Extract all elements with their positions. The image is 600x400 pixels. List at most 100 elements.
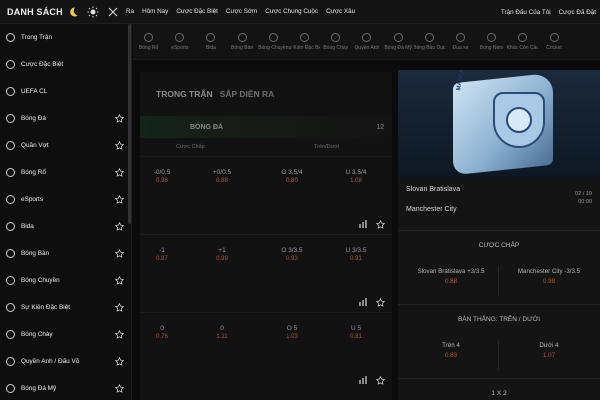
favorite-star-icon[interactable] [375,294,386,307]
odds-cell[interactable]: 0 0.76 [142,325,182,340]
main-panel: TRONG TRẬN SẮP DIỄN RA BÓNG ĐÁ 12 Cược C… [140,72,392,400]
sport-tab[interactable]: Đua xe [445,24,476,59]
col-overunder: Trên/Dưới [314,144,340,150]
sport-label: Bóng Ném [479,44,504,51]
nav-item-today[interactable]: Hôm Nay [142,8,168,15]
favorite-star-icon[interactable] [114,383,125,393]
sidebar-item[interactable]: Bóng Đá Mỹ [0,375,131,400]
sport-label: Đua xe [452,44,469,51]
sport-label: Khúc Côn Cầu [507,44,539,51]
tab-upcoming[interactable]: SẮP DIỄN RA [220,89,275,99]
close-icon[interactable] [106,5,120,19]
sport-tab[interactable]: Quyền Anh [351,24,382,59]
sport-tab[interactable]: Bida [195,24,226,59]
sport-tab[interactable]: Bóng Ném [476,24,507,59]
sport-tab[interactable]: Bóng Chuyền [258,24,289,59]
stats-icon[interactable] [358,372,368,384]
sidebar-item-label: Quần Vợt [21,142,49,149]
main-nav: Ra Hôm Nay Cược Đặc Biệt Cược Sớm Cược C… [126,0,363,24]
sport-tab[interactable]: Sự Kiện Đặc Biệt [289,24,320,59]
favorite-star-icon[interactable] [114,329,125,339]
match-date: 02 / 10 [575,191,592,197]
odds-cell[interactable]: O 3.5/4 0.80 [272,169,312,184]
handicap-home[interactable]: Slovan Bratislava +3/3.5 0.88 [408,268,494,285]
favorite-star-icon[interactable] [375,372,386,385]
placed-bets-link[interactable]: Cược Đã Đặt [559,9,596,16]
tab-live[interactable]: TRONG TRẬN [156,89,213,99]
section-title: BÓNG ĐÁ [190,123,224,131]
nav-item-ra[interactable]: Ra [126,8,134,15]
sport-tab[interactable]: Bóng Đá Mỹ [383,24,414,59]
over-price: 0.83 [444,352,458,359]
nav-item-parlay[interactable]: Cược Xâu [326,8,355,15]
sidebar-item[interactable]: Trong Trận [0,24,131,51]
x12-title: 1 X 2 [398,378,600,400]
sidebar-item[interactable]: Bóng Chày [0,321,131,348]
stats-icon[interactable] [358,216,368,228]
favorite-star-icon[interactable] [114,167,125,177]
over-cell[interactable]: Trên 4 0.83 [408,342,494,359]
sun-icon[interactable] [86,5,100,19]
table-tennis-icon [6,249,15,258]
sport-tab[interactable]: Bóng Rổ [133,24,164,59]
sidebar-item[interactable]: Bóng Đá [0,105,131,132]
odds-cell[interactable]: -0/0.5 0.98 [142,169,182,184]
favorite-star-icon[interactable] [114,194,125,204]
my-matches-link[interactable]: Trận Đấu Của Tôi [501,9,551,16]
sport-tab[interactable]: eSports [164,24,195,59]
nav-item-early[interactable]: Cược Sớm [226,8,257,15]
sidebar-item[interactable]: Cược Đặc Biệt [0,51,131,78]
favorite-star-icon[interactable] [114,248,125,258]
odds-cell[interactable]: O 5 1.03 [272,325,312,340]
sport-tab[interactable]: Khúc Côn Cầu [507,24,538,59]
odds-line: -0/0.5 [153,169,171,176]
section-header[interactable]: BÓNG ĐÁ 12 [140,116,392,138]
sidebar-item[interactable]: Bóng Bàn [0,240,131,267]
odds-price: 0.81 [350,334,362,340]
under-cell[interactable]: Dưới 4 1.07 [504,342,594,359]
sidebar-item[interactable]: Bida [0,213,131,240]
odds-cell[interactable]: O 3/3.5 0.93 [272,247,312,262]
moon-icon[interactable] [66,5,80,19]
handicap-home-price: 0.88 [444,278,458,285]
sidebar-item[interactable]: Sự Kiện Đặc Biệt [0,294,131,321]
sport-tab[interactable]: Cricket [538,24,569,59]
col-handicap: Cược Chấp [176,144,205,150]
odds-cell[interactable]: +0/0.5 0.88 [202,169,242,184]
sport-icon [268,32,278,42]
favorite-star-icon[interactable] [114,275,125,285]
favorite-star-icon[interactable] [114,356,125,366]
odds-cell[interactable]: +1 0.99 [202,247,242,262]
favorite-star-icon[interactable] [375,216,386,229]
odds-line: 0 [220,325,224,332]
odds-cell[interactable]: U 3.5/4 1.08 [336,169,376,184]
favorite-star-icon[interactable] [114,221,125,231]
nav-item-special[interactable]: Cược Đặc Biệt [176,8,218,15]
sport-icon [518,32,528,42]
handicap-home-label: Slovan Bratislava +3/3.5 [417,268,485,275]
nav-item-outright[interactable]: Cược Chung Cuộc [265,8,318,15]
sport-tab[interactable]: Bóng Bầu Dục [414,24,445,59]
sport-icon [331,32,341,42]
sidebar-item[interactable]: Bóng Chuyền [0,267,131,294]
sidebar-item[interactable]: eSports [0,186,131,213]
match-time: 00:00 [578,199,592,205]
odds-price: 0.87 [156,256,168,262]
match-row: -1 0.87 +1 0.99 O 3/3.5 0.93 U 3/3.5 0.91 [140,234,392,312]
favorite-star-icon[interactable] [114,302,125,312]
sport-tab[interactable]: Bóng Bàn [227,24,258,59]
sidebar-item[interactable]: Quần Vợt [0,132,131,159]
odds-cell[interactable]: U 5 0.81 [336,325,376,340]
favorite-star-icon[interactable] [114,140,125,150]
sidebar-item[interactable]: UEFA CL [0,78,131,105]
favorite-star-icon[interactable] [114,113,125,123]
sidebar-item[interactable]: Quyền Anh / Đấu Võ [0,348,131,375]
odds-cell[interactable]: U 3/3.5 0.91 [336,247,376,262]
odds-cell[interactable]: -1 0.87 [142,247,182,262]
sport-tab[interactable]: Bóng Chày [320,24,351,59]
odds-cell[interactable]: 0 1.11 [202,325,242,340]
odds-line: +1 [218,247,226,254]
stats-icon[interactable] [358,294,368,306]
sidebar-item[interactable]: Bóng Rổ [0,159,131,186]
handicap-away[interactable]: Manchester City -3/3.5 0.98 [504,268,594,285]
